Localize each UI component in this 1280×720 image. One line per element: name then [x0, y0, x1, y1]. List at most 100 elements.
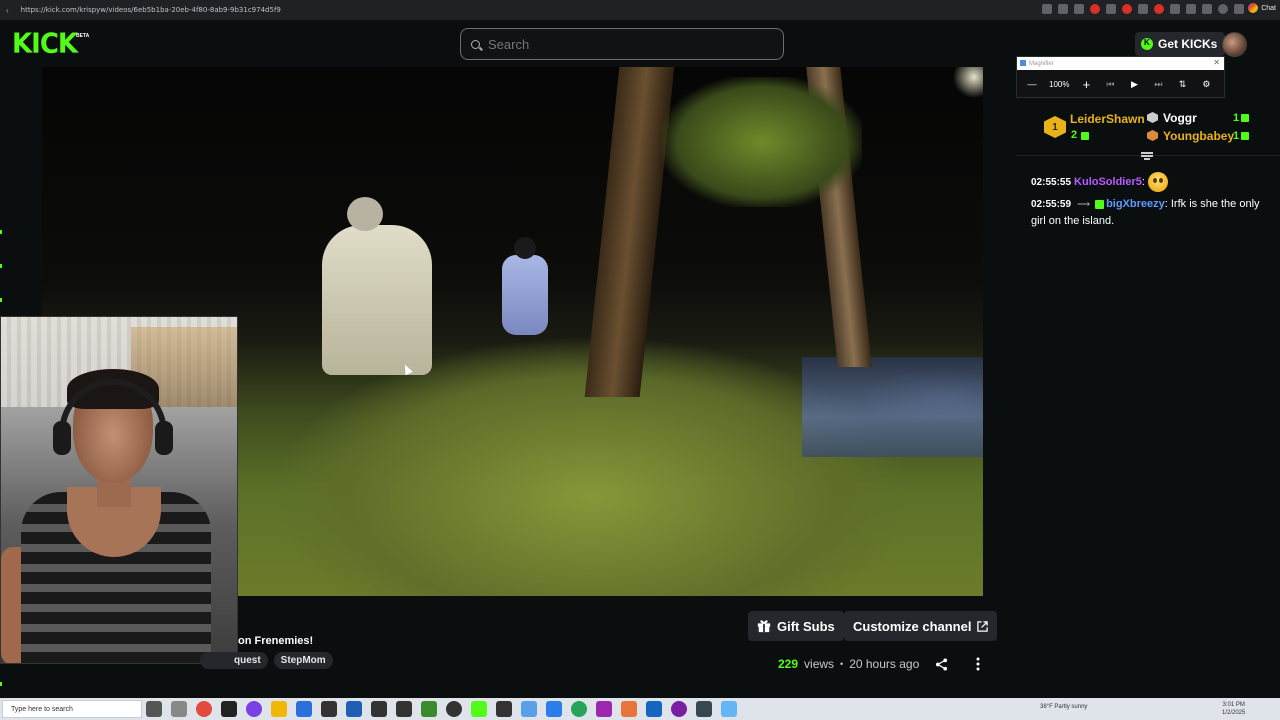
- browser-icon[interactable]: [196, 701, 212, 717]
- taskbar-search[interactable]: Type here to search: [2, 700, 142, 718]
- customize-channel-button[interactable]: Customize channel: [844, 611, 998, 641]
- magnifier-window: Magnifier ✕ — 100% + ⏮ ▶ ⏭ ⇅ ⚙: [1016, 56, 1225, 98]
- more-options-icon[interactable]: [975, 657, 981, 676]
- magnifier-title: Magnifier: [1029, 60, 1054, 67]
- external-link-icon: [977, 620, 989, 632]
- extension-puzzle-icon[interactable]: [1170, 4, 1180, 14]
- search-icon: [471, 39, 480, 49]
- app-icon[interactable]: [246, 701, 262, 717]
- app-icon[interactable]: [421, 701, 437, 717]
- app-icon[interactable]: [171, 701, 187, 717]
- search-input[interactable]: [488, 36, 768, 52]
- meta-separator: •: [840, 659, 844, 669]
- sidebar-live-indicator[interactable]: [0, 230, 2, 234]
- message-timestamp: 02:55:55: [1031, 176, 1072, 188]
- magnifier-controls: — 100% + ⏮ ▶ ⏭ ⇅ ⚙: [1017, 70, 1224, 98]
- extension-red-icon[interactable]: [1154, 4, 1164, 14]
- time-ago: 20 hours ago: [849, 657, 920, 671]
- app-icon[interactable]: [396, 701, 412, 717]
- app-icon[interactable]: [296, 701, 312, 717]
- zoom-in-icon[interactable]: +: [1079, 77, 1093, 92]
- extension-icon[interactable]: [1138, 4, 1148, 14]
- views-count: 229: [778, 657, 799, 671]
- sidebar-live-indicator[interactable]: [0, 682, 2, 686]
- settings-gear-icon[interactable]: ⚙: [1199, 79, 1213, 90]
- weather-widget[interactable]: 38°F Partly sunny: [1040, 704, 1087, 710]
- zoom-icon[interactable]: [1042, 4, 1052, 14]
- message-username[interactable]: KuloSoldier5: [1074, 176, 1142, 188]
- app-icon[interactable]: [521, 701, 537, 717]
- collapse-leaderboard-icon[interactable]: [1141, 152, 1153, 160]
- app-icon[interactable]: [371, 701, 387, 717]
- leaderboard-count: 2: [1071, 129, 1078, 141]
- gift-icon: [757, 620, 771, 633]
- magnifier-zoom-level: 100%: [1049, 79, 1070, 89]
- chat-panel: 1 LeiderShawn 2 Voggr 1 Youngbabey 1 02:…: [1016, 98, 1280, 698]
- user-avatar[interactable]: [1222, 32, 1247, 57]
- app-icon[interactable]: [546, 701, 562, 717]
- chat-message: 02:55:59 ⟶ bigXbreezy: Irfk is she the o…: [1031, 198, 1260, 227]
- app-icon[interactable]: [221, 701, 237, 717]
- extension-icon[interactable]: [1106, 4, 1116, 14]
- app-icon[interactable]: [446, 701, 462, 717]
- search-bar[interactable]: [460, 28, 784, 60]
- previous-icon[interactable]: ⏮: [1103, 79, 1117, 90]
- next-icon[interactable]: ⏭: [1151, 79, 1165, 90]
- play-icon[interactable]: ▶: [1127, 79, 1141, 90]
- message-timestamp: 02:55:59: [1031, 199, 1072, 210]
- stream-title: on Frenemies!: [238, 635, 314, 647]
- menu-dots-icon[interactable]: [1234, 4, 1244, 14]
- app-icon[interactable]: [321, 701, 337, 717]
- gift-subs-button[interactable]: Gift Subs: [748, 611, 844, 641]
- video-frame-palm: [662, 77, 862, 207]
- translate-icon[interactable]: [1058, 4, 1068, 14]
- video-frame-person: [502, 237, 548, 357]
- sidebar-live-indicator[interactable]: [0, 264, 2, 268]
- tag-chip[interactable]: quest: [200, 652, 268, 669]
- views-label: views: [804, 657, 835, 671]
- gemini-icon: [1248, 3, 1259, 13]
- steam-icon[interactable]: [696, 701, 712, 717]
- chat-button[interactable]: Chat: [1248, 3, 1276, 13]
- app-icon[interactable]: [346, 701, 362, 717]
- extension-red-icon[interactable]: [1090, 4, 1100, 14]
- leaderboard-name[interactable]: LeiderShawn: [1070, 112, 1145, 126]
- magnifier-titlebar[interactable]: Magnifier ✕: [1017, 57, 1224, 70]
- read-from-here-icon[interactable]: ⇅: [1175, 79, 1189, 90]
- kick-logo[interactable]: KICK: [12, 28, 78, 60]
- app-icon[interactable]: [671, 701, 687, 717]
- back-icon[interactable]: ‹: [6, 6, 9, 15]
- extension-record-icon[interactable]: [1122, 4, 1132, 14]
- stream-tags: quest StepMom: [200, 652, 333, 669]
- bookmark-star-icon[interactable]: [1074, 4, 1084, 14]
- sub-gift-icon: [1241, 114, 1249, 122]
- gift-leaderboard: 1 LeiderShawn 2 Voggr 1 Youngbabey 1: [1016, 98, 1280, 160]
- app-icon[interactable]: [646, 701, 662, 717]
- leaderboard-name[interactable]: Voggr: [1163, 111, 1197, 125]
- extension-icon[interactable]: [1186, 4, 1196, 14]
- app-icon[interactable]: [596, 701, 612, 717]
- leaderboard-name[interactable]: Youngbabey: [1163, 129, 1234, 143]
- profile-icon[interactable]: [1218, 4, 1228, 14]
- share-icon[interactable]: [935, 658, 948, 676]
- app-icon[interactable]: [621, 701, 637, 717]
- browser-extension-icons: [1042, 4, 1244, 14]
- app-icon[interactable]: [571, 701, 587, 717]
- file-explorer-icon[interactable]: [271, 701, 287, 717]
- get-kicks-button[interactable]: Get KICKs: [1135, 32, 1226, 56]
- sidebar-live-indicator[interactable]: [0, 298, 2, 302]
- address-bar[interactable]: https://kick.com/krispyw/videos/6eb5b1ba…: [21, 6, 281, 14]
- downloads-icon[interactable]: [1202, 4, 1212, 14]
- close-icon[interactable]: ✕: [1213, 58, 1220, 67]
- zoom-out-icon[interactable]: —: [1025, 79, 1039, 89]
- clock-time: 3:01 PM: [1222, 702, 1245, 708]
- kick-app-icon[interactable]: [471, 701, 487, 717]
- task-view-icon[interactable]: [146, 701, 162, 717]
- message-username[interactable]: bigXbreezy: [1106, 198, 1165, 210]
- taskbar-clock[interactable]: 3:01 PM 1/2/2025: [1222, 701, 1245, 717]
- video-frame-road: [802, 357, 983, 457]
- app-icon[interactable]: [721, 701, 737, 717]
- app-root: ‹ https://kick.com/krispyw/videos/6eb5b1…: [0, 0, 1280, 720]
- app-icon[interactable]: [496, 701, 512, 717]
- tag-chip[interactable]: StepMom: [273, 652, 333, 669]
